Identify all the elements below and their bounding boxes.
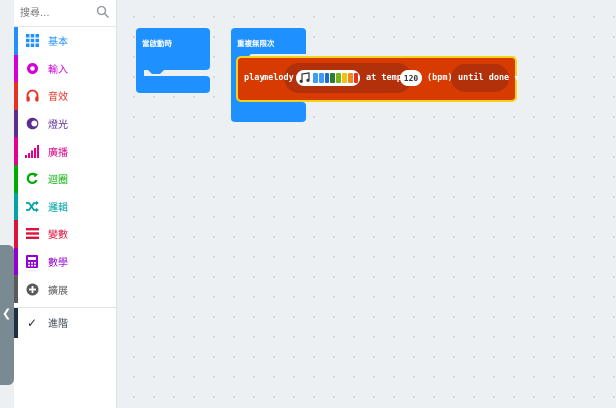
category-color-bar bbox=[14, 27, 18, 55]
category-item[interactable]: 邏輯 bbox=[14, 192, 116, 221]
melody-note-swatch bbox=[336, 73, 341, 83]
category-item[interactable]: 擴展 bbox=[14, 275, 116, 303]
advanced-category[interactable]: ✓ 進階 bbox=[14, 306, 116, 338]
category-label: 數學 bbox=[48, 258, 68, 270]
music-note-icon bbox=[299, 72, 310, 83]
melody-text: melody bbox=[263, 73, 294, 83]
category-item[interactable]: 數學 bbox=[14, 247, 116, 276]
tempo-value-field[interactable]: 120 bbox=[400, 70, 422, 86]
melody-note-swatch bbox=[330, 73, 336, 83]
advanced-label: 進階 bbox=[48, 319, 68, 331]
category-label: 廣播 bbox=[48, 147, 68, 159]
category-item[interactable]: 音效 bbox=[14, 82, 116, 110]
signal-bars-icon bbox=[24, 143, 40, 159]
headphones-icon bbox=[24, 88, 40, 104]
loop-arrow-icon bbox=[24, 171, 40, 187]
melody-note-swatch bbox=[341, 73, 347, 83]
melody-note-swatch bbox=[318, 73, 324, 83]
forever-label: 重複無限次 bbox=[237, 39, 275, 48]
until-done-text: until done bbox=[458, 73, 510, 83]
chevron-down-icon: ✓ bbox=[26, 315, 38, 330]
category-color-bar bbox=[14, 220, 18, 248]
category-item[interactable]: 變數 bbox=[14, 220, 116, 248]
category-label: 基本 bbox=[48, 37, 68, 49]
bpm-text: (bpm) bbox=[427, 73, 453, 83]
search-box bbox=[14, 0, 116, 27]
until-done-dropdown[interactable]: until done ▼ bbox=[458, 73, 519, 83]
melody-note-swatch bbox=[313, 73, 318, 83]
dropdown-arrow-icon: ▼ bbox=[514, 74, 519, 82]
melody-note-swatch bbox=[347, 73, 353, 83]
toolbox: 基本輸入音效燈光廣播迴圈邏輯變數數學擴展 ✓ 進階 bbox=[14, 0, 117, 408]
melody-note-swatch bbox=[324, 73, 330, 83]
chevron-left-icon: ❮ bbox=[2, 307, 12, 320]
category-label: 輸入 bbox=[48, 64, 68, 76]
category-label: 燈光 bbox=[48, 120, 68, 132]
category-item[interactable]: 燈光 bbox=[14, 109, 116, 138]
category-label: 音效 bbox=[48, 92, 68, 104]
list-lines-icon bbox=[24, 226, 40, 242]
category-color-bar bbox=[14, 109, 18, 138]
category-list: 基本輸入音效燈光廣播迴圈邏輯變數數學擴展 bbox=[14, 27, 116, 303]
category-label: 邏輯 bbox=[48, 202, 68, 214]
on-start-label: 當啟動時 bbox=[142, 39, 172, 48]
collapse-panel-tab[interactable]: ❮ bbox=[0, 245, 14, 385]
toggle-icon bbox=[24, 116, 40, 132]
category-label: 變數 bbox=[48, 230, 68, 242]
category-item[interactable]: 輸入 bbox=[14, 54, 116, 83]
category-color-bar bbox=[14, 164, 18, 193]
category-color-bar bbox=[14, 247, 18, 276]
shuffle-icon bbox=[24, 198, 40, 214]
category-color-bar bbox=[14, 82, 18, 110]
category-color-bar bbox=[14, 137, 18, 165]
plus-circle-icon bbox=[24, 281, 40, 297]
play-text: play bbox=[244, 73, 265, 83]
calculator-icon bbox=[24, 254, 40, 270]
grid-icon bbox=[24, 33, 40, 49]
melody-note-swatch bbox=[353, 73, 359, 83]
search-icon[interactable] bbox=[96, 5, 110, 19]
category-label: 迴圈 bbox=[48, 175, 68, 187]
category-item[interactable]: 基本 bbox=[14, 27, 116, 55]
target-icon bbox=[24, 60, 40, 76]
category-label: 擴展 bbox=[48, 285, 68, 297]
melody-field[interactable] bbox=[296, 70, 360, 86]
category-color-bar bbox=[14, 54, 18, 83]
category-item[interactable]: 迴圈 bbox=[14, 164, 116, 193]
category-color-bar bbox=[14, 192, 18, 221]
search-input[interactable] bbox=[18, 4, 98, 22]
category-item[interactable]: 廣播 bbox=[14, 137, 116, 165]
category-color-bar bbox=[14, 275, 18, 303]
